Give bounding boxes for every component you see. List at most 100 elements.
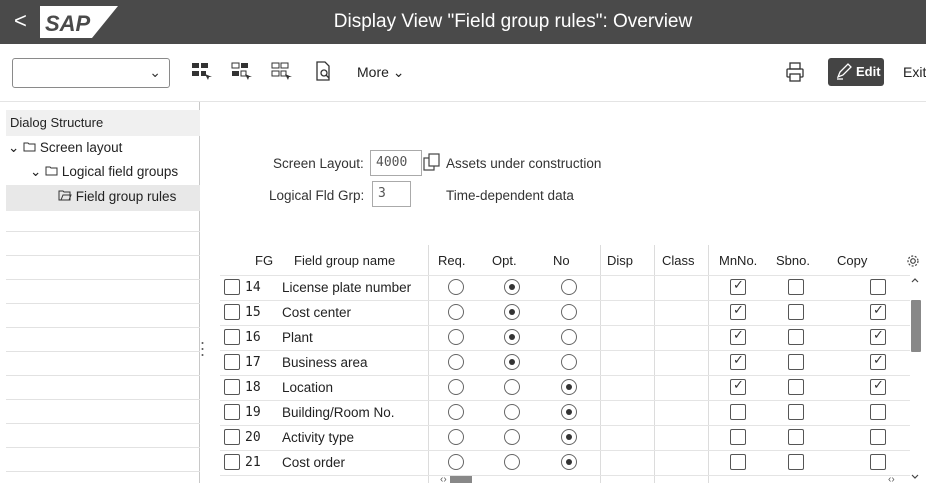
field-group-name-cell: Cost center <box>282 305 352 320</box>
copy-checkbox[interactable] <box>870 352 886 370</box>
radio-req[interactable] <box>448 379 464 395</box>
logical-fld-grp-field[interactable]: 3 <box>372 181 411 207</box>
copy-checkbox[interactable] <box>870 404 886 420</box>
sbno-checkbox[interactable] <box>788 404 804 420</box>
row-select-checkbox[interactable] <box>224 429 240 445</box>
tree-row-divider <box>6 231 200 232</box>
table-settings-gear-icon[interactable] <box>906 254 920 268</box>
mnno-checkbox[interactable] <box>730 429 746 445</box>
scroll-left-icon[interactable]: ‹› <box>440 474 447 483</box>
row-select-checkbox[interactable] <box>224 304 240 320</box>
row-select-checkbox[interactable] <box>224 329 240 345</box>
row-select-checkbox[interactable] <box>224 379 240 395</box>
radio-opt[interactable] <box>504 379 520 395</box>
radio-opt[interactable] <box>504 304 520 320</box>
copy-checkbox[interactable] <box>870 327 886 345</box>
radio-opt[interactable] <box>504 429 520 445</box>
vertical-scrollbar-thumb[interactable] <box>911 300 921 352</box>
column-header-class[interactable]: Class <box>662 245 695 275</box>
copy-checkbox[interactable] <box>870 377 886 395</box>
radio-req[interactable] <box>448 454 464 470</box>
tree-row-divider <box>6 399 200 400</box>
mnno-checkbox[interactable] <box>730 302 746 320</box>
command-dropdown[interactable]: ⌄ <box>12 58 170 88</box>
radio-no[interactable] <box>561 404 577 420</box>
tree-node-screen-layout[interactable]: ⌄ Screen layout <box>8 140 122 156</box>
column-header-fg[interactable]: FG <box>255 245 273 275</box>
tree-node-logical-field-groups[interactable]: ⌄ Logical field groups <box>30 164 178 180</box>
edit-button-label: Edit <box>856 64 881 79</box>
column-header-no[interactable]: No <box>553 245 570 275</box>
sbno-checkbox[interactable] <box>788 279 804 295</box>
tree-node-field-group-rules[interactable]: Field group rules <box>6 185 200 211</box>
sbno-checkbox[interactable] <box>788 429 804 445</box>
copy-checkbox[interactable] <box>870 429 886 445</box>
sbno-checkbox[interactable] <box>788 329 804 345</box>
radio-no[interactable] <box>561 454 577 470</box>
select-block-icon[interactable] <box>230 60 252 82</box>
mnno-checkbox[interactable] <box>730 404 746 420</box>
deselect-all-icon[interactable] <box>270 60 292 82</box>
sbno-checkbox[interactable] <box>788 304 804 320</box>
mnno-checkbox[interactable] <box>730 352 746 370</box>
radio-req[interactable] <box>448 404 464 420</box>
column-header-opt[interactable]: Opt. <box>492 245 517 275</box>
scroll-right-icon[interactable]: ‹› <box>888 474 895 483</box>
radio-no[interactable] <box>561 379 577 395</box>
exit-button[interactable]: Exit <box>903 64 926 80</box>
printer-icon[interactable] <box>784 61 806 83</box>
radio-opt[interactable] <box>504 404 520 420</box>
chevron-down-icon: ⌄ <box>149 64 161 80</box>
row-select-checkbox[interactable] <box>224 354 240 370</box>
radio-req[interactable] <box>448 354 464 370</box>
title-bar: < SAP Display View "Field group rules": … <box>0 0 926 44</box>
select-all-icon[interactable] <box>190 60 212 82</box>
fg-cell: 19 <box>245 405 261 420</box>
radio-req[interactable] <box>448 279 464 295</box>
copy-checkbox[interactable] <box>870 454 886 470</box>
tree-row-divider <box>6 447 200 448</box>
radio-opt[interactable] <box>504 329 520 345</box>
radio-req[interactable] <box>448 429 464 445</box>
expand-chevron-icon[interactable]: ⌄ <box>30 164 41 179</box>
radio-req[interactable] <box>448 304 464 320</box>
radio-no[interactable] <box>561 354 577 370</box>
row-select-checkbox[interactable] <box>224 279 240 295</box>
edit-button[interactable]: Edit <box>828 58 884 86</box>
value-help-icon[interactable] <box>423 152 441 172</box>
radio-no[interactable] <box>561 429 577 445</box>
copy-checkbox[interactable] <box>870 302 886 320</box>
field-group-name-cell: Building/Room No. <box>282 405 395 420</box>
column-header-field-group-name[interactable]: Field group name <box>294 245 395 275</box>
radio-opt[interactable] <box>504 454 520 470</box>
print-preview-icon[interactable] <box>312 60 334 82</box>
fg-cell: 16 <box>245 330 261 345</box>
column-header-sbno[interactable]: Sbno. <box>776 245 810 275</box>
row-select-checkbox[interactable] <box>224 404 240 420</box>
copy-checkbox[interactable] <box>870 279 886 295</box>
mnno-checkbox[interactable] <box>730 377 746 395</box>
sbno-checkbox[interactable] <box>788 354 804 370</box>
mnno-checkbox[interactable] <box>730 454 746 470</box>
radio-no[interactable] <box>561 329 577 345</box>
row-select-checkbox[interactable] <box>224 454 240 470</box>
sbno-checkbox[interactable] <box>788 454 804 470</box>
radio-opt[interactable] <box>504 354 520 370</box>
radio-no[interactable] <box>561 304 577 320</box>
expand-chevron-icon[interactable]: ⌄ <box>8 140 19 155</box>
mnno-checkbox[interactable] <box>730 327 746 345</box>
sbno-checkbox[interactable] <box>788 379 804 395</box>
panel-resize-handle[interactable] <box>201 340 204 360</box>
horizontal-scrollbar-thumb[interactable] <box>450 476 472 483</box>
screen-layout-field[interactable]: 4000 <box>370 150 422 176</box>
radio-req[interactable] <box>448 329 464 345</box>
column-header-copy[interactable]: Copy <box>837 245 867 275</box>
radio-no[interactable] <box>561 279 577 295</box>
more-menu[interactable]: More ⌄ <box>357 64 405 81</box>
column-header-disp[interactable]: Disp <box>607 245 633 275</box>
tree-node-label: Field group rules <box>75 189 177 204</box>
radio-opt[interactable] <box>504 279 520 295</box>
column-header-req[interactable]: Req. <box>438 245 465 275</box>
mnno-checkbox[interactable] <box>730 277 746 295</box>
column-header-mnno[interactable]: MnNo. <box>719 245 757 275</box>
